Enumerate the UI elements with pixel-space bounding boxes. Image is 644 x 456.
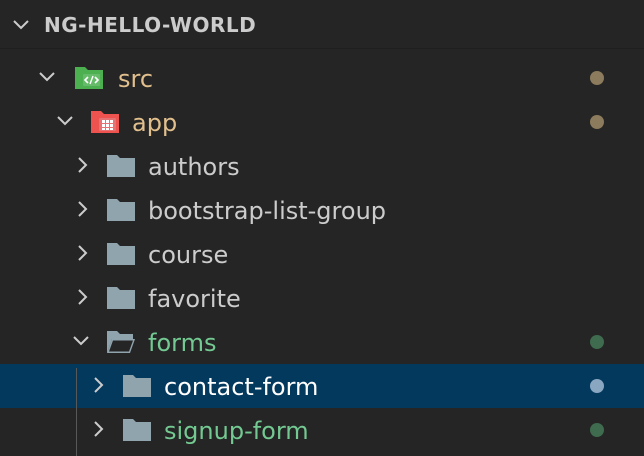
tree-item-course[interactable]: course (0, 232, 644, 276)
chevron-down-icon[interactable] (72, 332, 90, 350)
chevron-right-icon[interactable] (90, 376, 108, 394)
indent-guide (76, 368, 77, 456)
tree-item-label: signup-form (164, 417, 309, 445)
folder-open-icon (107, 331, 135, 353)
app-folder-icon (91, 111, 119, 133)
tree-item-app[interactable]: app (0, 100, 644, 144)
source-folder-icon (75, 67, 103, 89)
tree-item-label: contact-form (164, 373, 319, 401)
folder-icon (107, 199, 135, 221)
tree-item-label: forms (148, 329, 217, 357)
chevron-right-icon[interactable] (74, 244, 92, 262)
tree-item-label: authors (148, 153, 240, 181)
folder-icon (107, 155, 135, 177)
tree-item-favorite[interactable]: favorite (0, 276, 644, 320)
git-modified-badge (590, 115, 604, 129)
tree-item-src[interactable]: src (0, 56, 644, 100)
chevron-right-icon[interactable] (74, 156, 92, 174)
git-added-badge (590, 423, 604, 437)
tree-item-forms[interactable]: forms (0, 320, 644, 364)
folder-icon (123, 375, 151, 397)
chevron-down-icon[interactable] (38, 68, 56, 86)
git-modified-badge (590, 71, 604, 85)
git-status-badge (590, 379, 604, 393)
folder-icon (107, 287, 135, 309)
chevron-down-icon[interactable] (12, 16, 30, 34)
git-added-badge (590, 335, 604, 349)
tree-item-label: favorite (148, 285, 241, 313)
explorer-section-header[interactable]: NG-HELLO-WORLD (0, 0, 644, 48)
tree-item-bootstrap-list-group[interactable]: bootstrap-list-group (0, 188, 644, 232)
tree-item-contact-form[interactable]: contact-form (0, 364, 644, 408)
tree-item-label: app (132, 109, 178, 137)
tree-item-authors[interactable]: authors (0, 144, 644, 188)
tree-item-label: course (148, 241, 229, 269)
chevron-right-icon[interactable] (74, 288, 92, 306)
chevron-right-icon[interactable] (74, 200, 92, 218)
folder-icon (107, 243, 135, 265)
tree-item-label: bootstrap-list-group (148, 197, 387, 225)
chevron-right-icon[interactable] (90, 420, 108, 438)
section-title: NG-HELLO-WORLD (44, 13, 257, 37)
folder-icon (123, 419, 151, 441)
chevron-down-icon[interactable] (56, 112, 74, 130)
tree-item-signup-form[interactable]: signup-form (0, 408, 644, 452)
file-explorer: NG-HELLO-WORLD src app authors bootstrap… (0, 0, 644, 456)
tree-item-label: src (118, 65, 154, 93)
